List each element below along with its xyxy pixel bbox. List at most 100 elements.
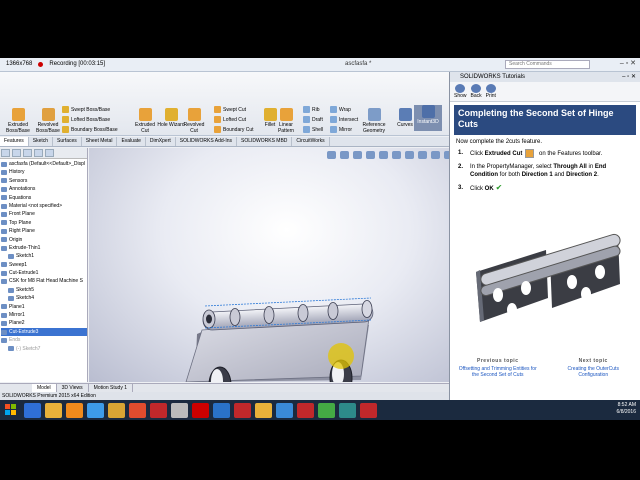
wrap-button[interactable]: Wrap (330, 106, 351, 113)
dimxpert-tab-icon[interactable] (34, 149, 43, 157)
config-tab-icon[interactable] (23, 149, 32, 157)
feature-tree-item[interactable]: Sensors (1, 177, 87, 185)
rib-icon (303, 106, 310, 113)
feature-tree-item[interactable]: Front Plane (1, 210, 87, 218)
feature-tree-tab-icon[interactable] (1, 149, 10, 157)
tab-features[interactable]: Features (0, 137, 29, 146)
tab-solidworks-add-ins[interactable]: SOLIDWORKS Add-Ins (176, 137, 238, 146)
folder-icon[interactable] (108, 402, 125, 418)
close-icon[interactable]: – ▫ ✕ (622, 72, 636, 82)
tab-evaluate[interactable]: Evaluate (117, 137, 146, 146)
feature-tree-item[interactable]: Sketch4 (1, 294, 87, 302)
tab-surfaces[interactable]: Surfaces (53, 137, 82, 146)
feature-tree-item[interactable]: Annotations (1, 185, 87, 193)
tab-model[interactable]: Model (32, 384, 57, 392)
solidworks-icon[interactable] (360, 402, 377, 418)
previous-topic-link[interactable]: Offsetting and Trimming Entities for the… (457, 366, 539, 378)
boundary-cut-button[interactable]: Boundary Cut (214, 126, 254, 133)
feature-tree-item[interactable]: (-) Sketch7 (1, 345, 87, 353)
display-tab-icon[interactable] (45, 149, 54, 157)
swept-cut-icon (214, 106, 221, 113)
autocad-icon[interactable] (234, 402, 251, 418)
feature-tree-label: Right Plane (9, 228, 35, 235)
feature-tree-item[interactable]: Mirror1 (1, 311, 87, 319)
shell-button[interactable]: Shell (303, 126, 323, 133)
revolved-cut-button[interactable]: Revolved Cut (180, 108, 208, 134)
tab-sheet-metal[interactable]: Sheet Metal (82, 137, 118, 146)
graphics-area[interactable] (89, 148, 453, 382)
vlc-icon[interactable] (66, 402, 83, 418)
lofted-boss-base-button[interactable]: Lofted Boss/Base (62, 116, 110, 123)
app-icon[interactable] (318, 402, 335, 418)
start-button[interactable] (0, 400, 22, 420)
feature-tree-item[interactable]: Sweep1 (1, 261, 87, 269)
swept-cut-button[interactable]: Swept Cut (214, 106, 246, 113)
app-icon[interactable] (339, 402, 356, 418)
folder-icon[interactable] (255, 402, 272, 418)
feature-tree-item[interactable]: History (1, 168, 87, 176)
intersect-button[interactable]: Intersect (330, 116, 358, 123)
feature-tree-item[interactable]: Plane2 (1, 319, 87, 327)
app-icon[interactable] (171, 402, 188, 418)
feature-tree-item[interactable]: ascfasfa (Default<<Default>_Displ (1, 160, 87, 168)
feature-tree-item[interactable]: Material <not specified> (1, 202, 87, 210)
command-manager-tabs: Features Sketch Surfaces Sheet Metal Evaluat… (0, 137, 449, 147)
recorder-icon[interactable] (192, 402, 209, 418)
search-commands-input[interactable]: Search Commands (505, 60, 590, 69)
solidworks-icon[interactable] (297, 402, 314, 418)
reference-geometry-button[interactable]: Reference Geometry (360, 108, 388, 134)
feature-tree-item[interactable]: Origin (1, 236, 87, 244)
windows-taskbar: 8:52 AM 6/8/2016 (0, 400, 640, 420)
feature-tree-item[interactable]: Cut-Extrude3 (1, 327, 87, 337)
print-button[interactable]: Print (486, 84, 496, 99)
linear-pattern-button[interactable]: Linear Pattern (272, 108, 300, 134)
feature-tree-item[interactable]: Extrude-Thin1 (1, 244, 87, 252)
show-button[interactable]: Show (454, 84, 467, 99)
feature-tree-item[interactable]: Sketch1 (1, 252, 87, 260)
window-controls[interactable]: – ▫ ✕ (620, 59, 636, 67)
feature-tree-label: Sketch1 (16, 253, 35, 260)
feature-tree-item[interactable]: Ends (1, 336, 87, 344)
feature-tree-label: Sweep1 (9, 261, 28, 268)
cursor-highlight (328, 343, 354, 369)
autocad-icon[interactable] (150, 402, 167, 418)
feature-icon (1, 170, 7, 176)
tab-sketch[interactable]: Sketch (29, 137, 54, 146)
feature-icon (1, 178, 7, 184)
feature-tree-label: Sketch4 (16, 295, 35, 302)
extruded-boss-button[interactable]: Extruded Boss/Base (4, 108, 32, 134)
ie-icon[interactable] (24, 402, 41, 418)
tab-motion-study-1[interactable]: Motion Study 1 (89, 384, 134, 392)
feature-tree-item[interactable]: Sketch5 (1, 286, 87, 294)
lofted-cut-button[interactable]: Lofted Cut (214, 116, 246, 123)
boundary-boss-base-button[interactable]: Boundary Boss/Base (62, 126, 118, 133)
tab-circuitworks[interactable]: CircuitWorks (292, 137, 330, 146)
property-tab-icon[interactable] (12, 149, 21, 157)
app-icon[interactable] (213, 402, 230, 418)
system-clock[interactable]: 8:52 AM 6/8/2016 (617, 402, 636, 416)
feature-tree-item[interactable]: Right Plane (1, 227, 87, 235)
feature-tree-item[interactable]: Equations (1, 194, 87, 202)
feature-tree-item[interactable]: CSK for M8 Flat Head Machine S (1, 277, 87, 285)
revolved-boss-button[interactable]: Revolved Boss/Base (34, 108, 62, 134)
tab-solidworks-mbd[interactable]: SOLIDWORKS MBD (237, 137, 293, 146)
chrome-icon[interactable] (129, 402, 146, 418)
app-icon[interactable] (276, 402, 293, 418)
feature-tree-item[interactable]: Plane1 (1, 303, 87, 311)
tab-3d-views[interactable]: 3D Views (57, 384, 89, 392)
feature-tree-item[interactable]: Cut-Extrude1 (1, 269, 87, 277)
app-icon[interactable] (87, 402, 104, 418)
next-topic-link[interactable]: Creating the OuterCuts Configuration (552, 366, 634, 378)
tab-scroll-arrows[interactable] (0, 384, 32, 392)
tutorial-footer: Previous topic Offsetting and Trimming E… (450, 358, 640, 378)
tab-dimxpert[interactable]: DimXpert (146, 137, 176, 146)
mirror-button[interactable]: Mirror (330, 126, 352, 133)
swept-boss-base-button[interactable]: Swept Boss/Base (62, 106, 110, 113)
explorer-icon[interactable] (45, 402, 62, 418)
back-button[interactable]: Back (471, 84, 482, 99)
instant3d-button[interactable]: Instant3D (414, 105, 442, 131)
feature-tree-item[interactable]: Top Plane (1, 219, 87, 227)
rib-button[interactable]: Rib (303, 106, 320, 113)
draft-button[interactable]: Draft (303, 116, 323, 123)
extruded-cut-button[interactable]: Extruded Cut (131, 108, 159, 134)
